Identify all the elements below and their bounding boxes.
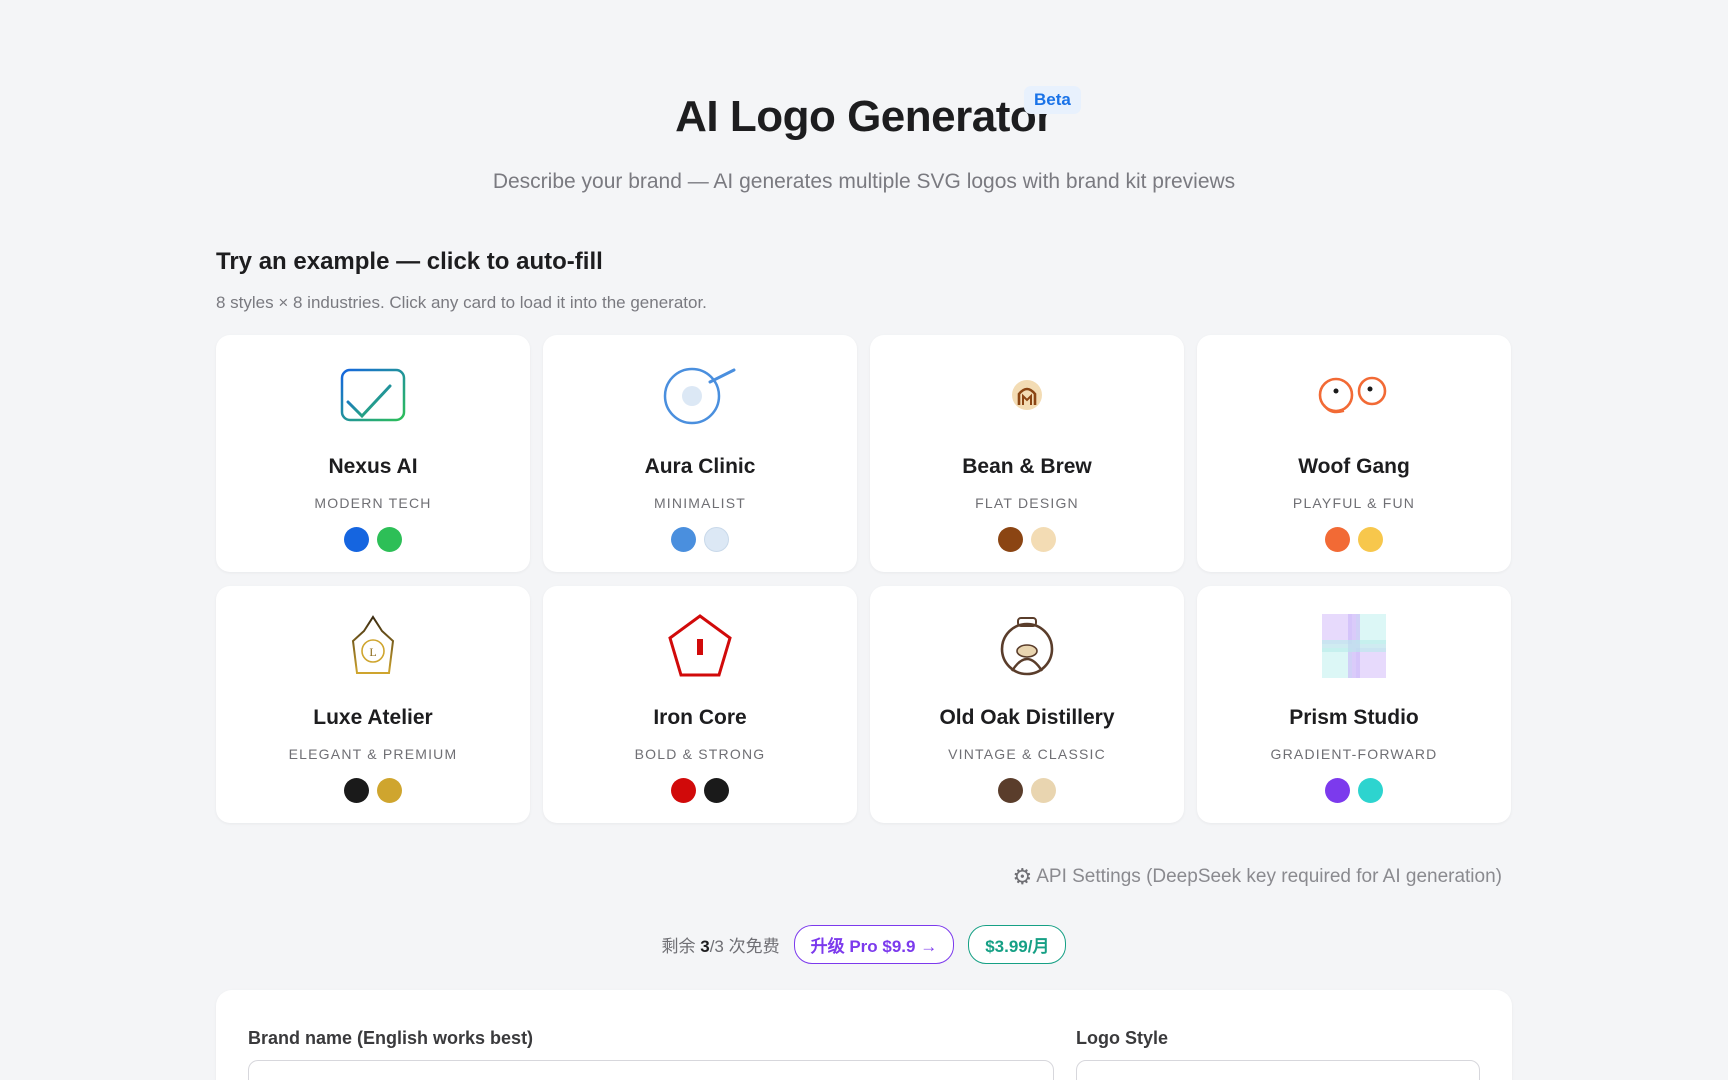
color-swatches bbox=[1197, 778, 1511, 803]
examples-title: Try an example — click to auto-fill bbox=[216, 248, 603, 275]
example-card-prism-studio[interactable]: Prism Studio GRADIENT-FORWARD bbox=[1197, 586, 1511, 823]
color-swatch bbox=[1031, 778, 1056, 803]
color-swatch bbox=[344, 527, 369, 552]
card-name: Aura Clinic bbox=[644, 455, 756, 478]
upgrade-pro-button[interactable]: 升级 Pro $9.9 → bbox=[793, 925, 955, 964]
card-name: Woof Gang bbox=[1298, 455, 1410, 478]
quota-prefix: 剩余 bbox=[661, 937, 701, 956]
api-settings-label: API Settings (DeepSeek key required for … bbox=[1036, 866, 1502, 887]
logo-style-label: Logo Style bbox=[1076, 1028, 1169, 1048]
card-name: Prism Studio bbox=[1289, 706, 1419, 729]
checkbox-check-icon bbox=[216, 359, 530, 431]
example-card-aura-clinic[interactable]: Aura Clinic MINIMALIST bbox=[543, 335, 857, 572]
brand-name-input[interactable] bbox=[248, 1060, 1054, 1080]
card-name: Nexus AI bbox=[328, 455, 418, 478]
beta-badge: Beta bbox=[1024, 86, 1081, 114]
title-row: AI Logo Generator bbox=[0, 92, 1728, 142]
circle-orbit-icon bbox=[543, 359, 857, 431]
example-card-old-oak-distillery[interactable]: Old Oak Distillery VINTAGE & CLASSIC bbox=[870, 586, 1184, 823]
card-name: Luxe Atelier bbox=[313, 706, 433, 729]
color-swatch bbox=[1031, 527, 1056, 552]
gear-icon: ⚙ bbox=[1012, 864, 1033, 889]
color-swatches bbox=[216, 778, 530, 803]
brand-name-label: Brand name (English works best) bbox=[248, 1028, 534, 1048]
color-swatch bbox=[671, 527, 696, 552]
color-swatch bbox=[344, 778, 369, 803]
card-style: PLAYFUL & FUN bbox=[1292, 495, 1416, 511]
card-name: Iron Core bbox=[653, 706, 747, 729]
examples-subtitle: 8 styles × 8 industries. Click any card … bbox=[216, 293, 707, 312]
color-swatches bbox=[870, 778, 1184, 803]
monthly-plan-button[interactable]: $3.99/月 bbox=[968, 925, 1067, 964]
color-swatch bbox=[704, 778, 729, 803]
color-swatches bbox=[1197, 527, 1511, 552]
color-swatch bbox=[1325, 778, 1350, 803]
card-style: VINTAGE & CLASSIC bbox=[948, 746, 1106, 762]
color-swatch bbox=[377, 778, 402, 803]
api-settings-toggle[interactable]: ⚙ API Settings (DeepSeek key required fo… bbox=[1013, 864, 1503, 890]
logo-style-select[interactable] bbox=[1076, 1060, 1480, 1080]
card-style: BOLD & STRONG bbox=[634, 746, 766, 762]
color-swatch bbox=[1325, 527, 1350, 552]
pentagon-bar-icon bbox=[543, 610, 857, 682]
example-card-nexus-ai[interactable]: Nexus AI MODERN TECH bbox=[216, 335, 530, 572]
card-name: Old Oak Distillery bbox=[939, 706, 1115, 729]
color-swatch bbox=[704, 527, 729, 552]
barrel-badge-icon bbox=[870, 610, 1184, 682]
card-style: MINIMALIST bbox=[653, 495, 747, 511]
page-subtitle: Describe your brand — AI generates multi… bbox=[492, 170, 1236, 193]
example-card-luxe-atelier[interactable]: L Luxe Atelier ELEGANT & PREMIUM bbox=[216, 586, 530, 823]
color-swatch bbox=[998, 527, 1023, 552]
coffee-bean-icon bbox=[870, 359, 1184, 431]
dog-eyes-icon bbox=[1197, 359, 1511, 431]
prism-blocks-icon bbox=[1197, 610, 1511, 682]
card-style: GRADIENT-FORWARD bbox=[1270, 746, 1438, 762]
color-swatch bbox=[1358, 778, 1383, 803]
examples-grid: Nexus AI MODERN TECH Aura Clinic MINIMAL… bbox=[216, 335, 1512, 823]
example-card-woof-gang[interactable]: Woof Gang PLAYFUL & FUN bbox=[1197, 335, 1511, 572]
example-card-bean-brew[interactable]: Bean & Brew FLAT DESIGN bbox=[870, 335, 1184, 572]
card-style: ELEGANT & PREMIUM bbox=[288, 746, 458, 762]
quota-suffix: /3 次免费 bbox=[709, 937, 780, 956]
quota-remaining: 3 bbox=[700, 937, 710, 956]
card-style: MODERN TECH bbox=[314, 495, 432, 511]
quota-row: 剩余 3/3 次免费 升级 Pro $9.9 → $3.99/月 bbox=[0, 925, 1728, 964]
card-style: FLAT DESIGN bbox=[975, 495, 1079, 511]
page-title: AI Logo Generator bbox=[675, 92, 1053, 141]
free-quota-text: 剩余 3/3 次免费 bbox=[662, 932, 780, 957]
color-swatch bbox=[998, 778, 1023, 803]
color-swatch bbox=[377, 527, 402, 552]
svg-text:L: L bbox=[369, 645, 376, 659]
color-swatches bbox=[543, 778, 857, 803]
color-swatches bbox=[543, 527, 857, 552]
color-swatch bbox=[1358, 527, 1383, 552]
card-name: Bean & Brew bbox=[962, 455, 1092, 478]
color-swatches bbox=[216, 527, 530, 552]
color-swatches bbox=[870, 527, 1184, 552]
generator-form: Brand name (English works best) Logo Sty… bbox=[216, 990, 1512, 1080]
color-swatch bbox=[671, 778, 696, 803]
pentagon-monogram-icon: L bbox=[216, 610, 530, 682]
example-card-iron-core[interactable]: Iron Core BOLD & STRONG bbox=[543, 586, 857, 823]
